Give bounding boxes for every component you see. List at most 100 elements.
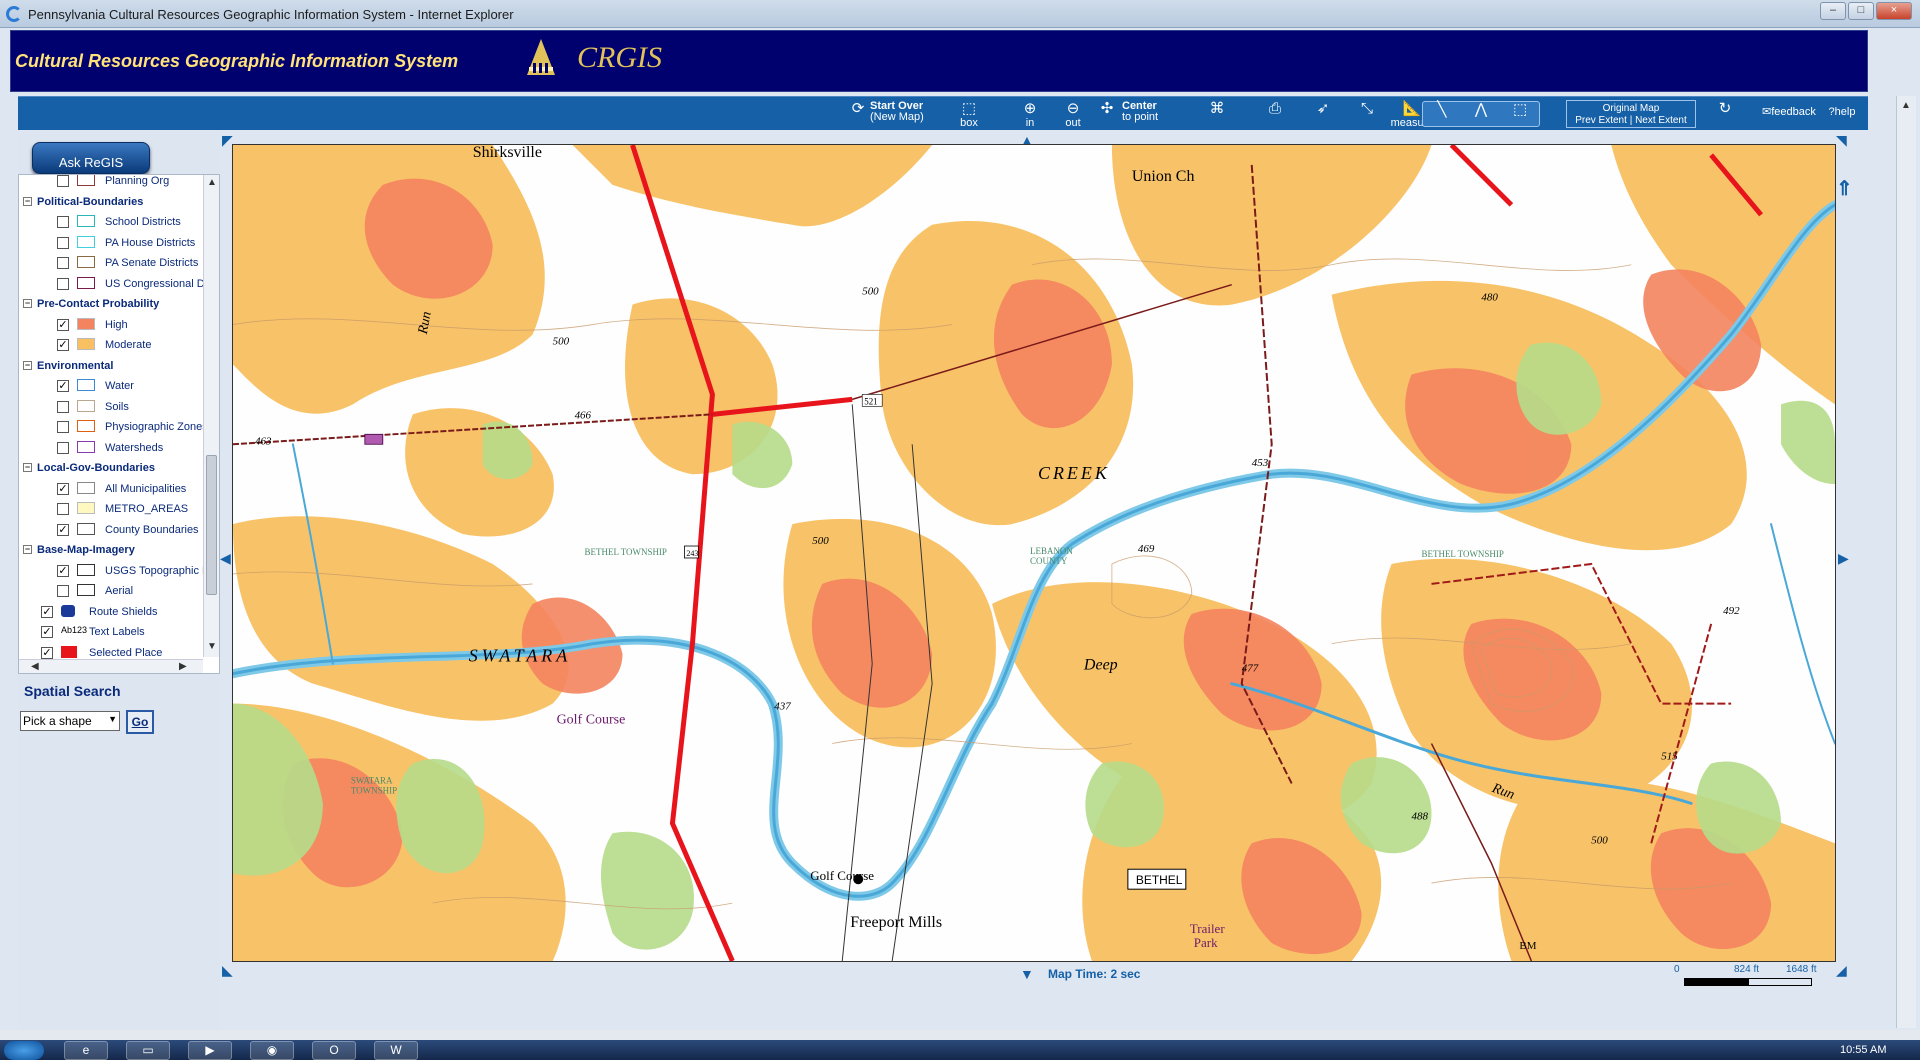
print-icon[interactable]: ⎙ [1260, 101, 1290, 118]
shape-select[interactable]: Pick a shape ▼ [20, 711, 120, 731]
layer-checkbox[interactable] [57, 277, 69, 290]
layer-pa-house-districts[interactable]: PA House Districts [19, 233, 204, 253]
layer-text-labels[interactable]: ✓ Ab123 Text Labels [19, 622, 204, 642]
pan-northeast-icon[interactable]: ◥ [1836, 132, 1847, 149]
layer-checkbox[interactable]: ✓ [41, 646, 53, 659]
layer-checkbox[interactable]: ✓ [41, 605, 53, 618]
page-scrollbar[interactable]: ▲ [1896, 96, 1916, 1028]
start-over-button[interactable]: Start Over (New Map) [870, 101, 932, 123]
zoom-out-button[interactable]: ⊖ out [1058, 101, 1088, 129]
layer-checkbox[interactable] [57, 216, 69, 228]
layer-checkbox[interactable]: ✓ [57, 318, 69, 331]
layer-watersheds[interactable]: Watersheds [19, 438, 204, 458]
layer-group-local-gov-boundaries[interactable]: − Local-Gov-Boundaries [19, 458, 204, 478]
center-icon[interactable]: ✣ [1094, 101, 1120, 118]
layer-checkbox[interactable] [57, 441, 69, 454]
collapse-toggle-icon[interactable]: − [23, 463, 32, 472]
select-arrow-icon[interactable]: ➶ [1310, 101, 1336, 118]
layer-checkbox[interactable] [57, 421, 69, 433]
go-button[interactable]: Go [126, 710, 154, 734]
taskbar-media-icon[interactable]: ▶ [188, 1041, 232, 1060]
pan-south-icon[interactable]: ▼ [1020, 966, 1034, 982]
collapse-toggle-icon[interactable]: − [23, 545, 32, 554]
layer-checkbox[interactable]: ✓ [57, 339, 69, 351]
scroll-left-icon[interactable]: ◀ [31, 661, 39, 672]
layer-checkbox[interactable]: ✓ [57, 523, 69, 536]
topographic-map[interactable]: Shirksville Union Ch CREEK SWATARA Deep … [233, 145, 1835, 961]
prev-extent-link[interactable]: Prev Extent [1575, 115, 1627, 126]
start-button[interactable] [4, 1041, 44, 1060]
scroll-thumb[interactable] [206, 455, 217, 595]
close-button[interactable]: × [1876, 2, 1912, 20]
next-extent-link[interactable]: Next Extent [1635, 115, 1687, 126]
collapse-toggle-icon[interactable]: − [23, 299, 32, 308]
measure-line-icon[interactable]: ╲ [1424, 102, 1460, 118]
scroll-down-icon[interactable]: ▼ [207, 641, 217, 652]
ask-regis-button[interactable]: Ask ReGIS [32, 142, 150, 174]
zoom-box-button[interactable]: ⬚ box [952, 101, 986, 129]
layer-checkbox[interactable] [57, 585, 69, 597]
layer-checkbox[interactable] [57, 257, 69, 269]
collapse-toggle-icon[interactable]: − [23, 196, 32, 206]
center-to-point-button[interactable]: Center to point [1122, 101, 1170, 123]
refresh-icon[interactable]: ↻ [1712, 101, 1738, 118]
taskbar-chrome-icon[interactable]: ◉ [250, 1041, 294, 1060]
taskbar-ie-icon[interactable]: e [64, 1041, 108, 1060]
layer-checkbox[interactable] [57, 503, 69, 515]
layer-group-base-map-imagery[interactable]: − Base-Map-Imagery [19, 540, 204, 560]
layer-checkbox[interactable] [57, 400, 69, 413]
feedback-button[interactable]: ✉feedback [1762, 107, 1820, 118]
taskbar-explorer-icon[interactable]: ▭ [126, 1041, 170, 1060]
maximize-button[interactable]: □ [1848, 2, 1874, 20]
layer-usgs-topographic-m[interactable]: ✓ USGS Topographic M [19, 561, 211, 581]
layer-swatch-icon [77, 379, 95, 391]
layer-checkbox[interactable]: ✓ [57, 380, 69, 392]
page-scroll-up-icon[interactable]: ▲ [1901, 100, 1911, 111]
layer-pa-senate-districts[interactable]: PA Senate Districts [19, 253, 204, 273]
layer-metro-areas[interactable]: METRO_AREAS [19, 499, 204, 519]
pan-west-icon[interactable]: ◀ [220, 550, 231, 567]
start-over-sublabel: (New Map) [870, 111, 924, 123]
selected-place-callout[interactable]: BETHEL [1127, 868, 1187, 890]
measure-polyline-icon[interactable]: ⋀ [1463, 102, 1499, 118]
collapse-toggle-icon[interactable]: − [23, 360, 32, 370]
layer-checkbox[interactable]: ✓ [41, 626, 53, 638]
layer-checkbox[interactable] [57, 175, 69, 187]
pan-southwest-icon[interactable]: ◣ [222, 962, 233, 979]
layer-county-boundaries[interactable]: ✓ County Boundaries [19, 520, 204, 540]
layer-group-environmental[interactable]: − Environmental [19, 356, 204, 376]
minimize-button[interactable]: – [1820, 2, 1846, 20]
layer-us-congressional-dis[interactable]: US Congressional Dis [19, 274, 213, 294]
layer-soils[interactable]: Soils [19, 397, 204, 417]
layer-checkbox[interactable] [57, 236, 69, 249]
layer-water[interactable]: ✓ Water [19, 376, 204, 396]
layer-group-political-boundaries[interactable]: − Political-Boundaries [19, 192, 204, 212]
layer-high[interactable]: ✓ High [19, 315, 204, 335]
layer-all-municipalities[interactable]: ✓ All Municipalities [19, 479, 204, 499]
layer-planning-org[interactable]: Planning Org [19, 175, 204, 191]
start-over-icon[interactable]: ⟳ [846, 101, 870, 118]
layer-moderate[interactable]: ✓ Moderate [19, 335, 204, 355]
pan-east-icon[interactable]: ▶ [1838, 550, 1849, 567]
layer-list-vertical-scrollbar[interactable]: ▲ ▼ [203, 175, 219, 657]
taskbar-outlook-icon[interactable]: O [312, 1041, 356, 1060]
scroll-up-icon[interactable]: ▲ [207, 177, 217, 188]
layer-checkbox[interactable]: ✓ [57, 564, 69, 577]
original-map-link[interactable]: Original Map [1567, 103, 1695, 115]
layer-school-districts[interactable]: School Districts [19, 212, 204, 232]
taskbar-word-icon[interactable]: W [374, 1041, 418, 1060]
layer-list-horizontal-scrollbar[interactable]: ◀ ▶ [19, 659, 203, 673]
layer-group-pre-contact-probability[interactable]: − Pre-Contact Probability [19, 294, 204, 314]
layer-checkbox[interactable]: ✓ [57, 482, 69, 495]
zoom-in-button[interactable]: ⊕ in [1016, 101, 1044, 129]
layer-physiographic-zones[interactable]: Physiographic Zones [19, 417, 208, 437]
help-button[interactable]: ?help [1822, 107, 1862, 118]
scroll-right-icon[interactable]: ▶ [179, 661, 187, 672]
measure-area-icon[interactable]: ⬚ [1502, 102, 1538, 118]
map-view[interactable]: Shirksville Union Ch CREEK SWATARA Deep … [232, 144, 1836, 962]
layer-aerial[interactable]: Aerial [19, 581, 204, 601]
pan-southeast-icon[interactable]: ◢ [1836, 962, 1847, 979]
identify-binoculars-icon[interactable]: ⌘ [1204, 101, 1230, 118]
layer-route-shields[interactable]: ✓ Route Shields [19, 602, 204, 622]
select-features-icon[interactable]: ⤡ [1352, 101, 1382, 118]
